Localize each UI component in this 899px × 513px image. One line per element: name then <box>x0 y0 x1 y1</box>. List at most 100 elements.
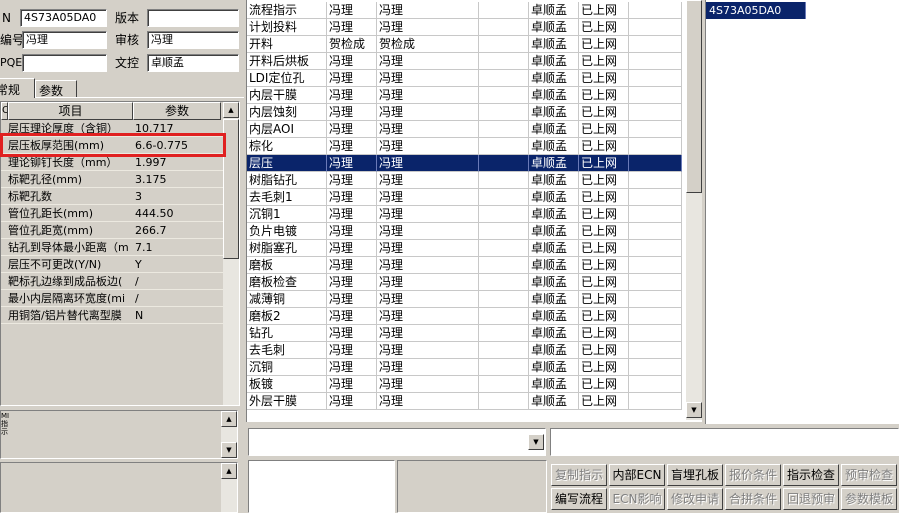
memo-scroll-1[interactable]: ▲ ▼ <box>221 411 237 458</box>
memo1-down-button[interactable]: ▼ <box>221 442 237 458</box>
grid-scroll-thumb[interactable] <box>686 0 702 193</box>
param-row-value[interactable]: Y <box>133 256 221 272</box>
toolbar-button[interactable]: 合拼条件 <box>725 488 781 510</box>
grid-row[interactable]: 负片电镀 冯理 冯理 卓顺孟 已上网 <box>247 223 702 240</box>
version-field[interactable] <box>147 9 239 27</box>
param-row[interactable]: 用铜箔/铝片替代离型膜 N <box>1 307 239 324</box>
grid-cell-maker: 冯理 <box>327 359 377 376</box>
grid-scrollbar[interactable]: ▼ <box>686 0 702 420</box>
param-row[interactable]: 标靶孔径(mm) 3.175 <box>1 171 239 188</box>
toolbar-button[interactable]: 编写流程 <box>551 488 607 510</box>
toolbar-button[interactable]: 参数模板 <box>841 488 897 510</box>
grid-row[interactable]: 沉铜1 冯理 冯理 卓顺孟 已上网 <box>247 206 702 223</box>
param-row-value[interactable]: 3.175 <box>133 171 221 187</box>
col-header-item[interactable]: 项目 <box>8 102 133 120</box>
no-field[interactable]: 4S73A05DA0 <box>20 9 107 27</box>
toolbar-button[interactable]: 内部ECN <box>609 464 665 486</box>
grid-row[interactable]: LDI定位孔 冯理 冯理 卓顺孟 已上网 <box>247 70 702 87</box>
bottom-box-2[interactable] <box>397 460 547 513</box>
review-field[interactable]: 冯理 <box>147 31 239 49</box>
grid-cell-step: 沉铜 <box>247 359 327 376</box>
grid-cell-extra <box>629 291 682 308</box>
grid-row[interactable]: 树脂塞孔 冯理 冯理 卓顺孟 已上网 <box>247 240 702 257</box>
grid-cell-checker: 冯理 <box>377 121 479 138</box>
grid-row[interactable]: 去毛刺 冯理 冯理 卓顺孟 已上网 <box>247 342 702 359</box>
grid-cell-approver: 卓顺孟 <box>529 393 579 410</box>
toolbar-button[interactable]: 复制指示 <box>551 464 607 486</box>
grid-cell-approver: 卓顺孟 <box>529 2 579 19</box>
grid-cell-approver: 卓顺孟 <box>529 291 579 308</box>
grid-cell-extra <box>629 342 682 359</box>
grid-scroll-down-button[interactable]: ▼ <box>686 402 702 418</box>
grid-row[interactable]: 计划投料 冯理 冯理 卓顺孟 已上网 <box>247 19 702 36</box>
editor-field[interactable]: 冯理 <box>22 31 107 49</box>
param-row[interactable]: 管位孔距宽(mm) 266.7 <box>1 222 239 239</box>
grid-row[interactable]: 树脂钻孔 冯理 冯理 卓顺孟 已上网 <box>247 172 702 189</box>
grid-row[interactable]: 流程指示 冯理 冯理 卓顺孟 已上网 <box>247 2 702 19</box>
grid-cell-status: 已上网 <box>579 155 629 172</box>
grid-row[interactable]: 磨板2 冯理 冯理 卓顺孟 已上网 <box>247 308 702 325</box>
param-row-value[interactable]: / <box>133 273 221 289</box>
tab-params[interactable]: 参数 <box>35 80 77 98</box>
combo-left[interactable]: ▼ <box>248 428 546 456</box>
grid-row[interactable]: 棕化 冯理 冯理 卓顺孟 已上网 <box>247 138 702 155</box>
param-row-mark <box>1 171 8 187</box>
grid-cell-step: 开料后烘板 <box>247 53 327 70</box>
grid-cell-approver: 卓顺孟 <box>529 104 579 121</box>
grid-cell-status: 已上网 <box>579 121 629 138</box>
toolbar-button[interactable]: 报价条件 <box>725 464 781 486</box>
memo-scroll-2[interactable]: ▲ <box>221 463 237 512</box>
param-row-value[interactable]: 7.1 <box>133 239 221 255</box>
col-header-mark[interactable]: O <box>1 102 8 120</box>
toolbar-button[interactable]: 盲埋孔板 <box>667 464 723 486</box>
grid-row[interactable]: 磨板检查 冯理 冯理 卓顺孟 已上网 <box>247 274 702 291</box>
col-header-value[interactable]: 参数 <box>133 102 221 120</box>
toolbar-button[interactable]: ECN影响 <box>609 488 665 510</box>
grid-row-selected[interactable]: 层压 冯理 冯理 卓顺孟 已上网 <box>247 155 702 172</box>
grid-row[interactable]: 磨板 冯理 冯理 卓顺孟 已上网 <box>247 257 702 274</box>
combo-left-dropdown-button[interactable]: ▼ <box>528 434 544 450</box>
grid-row[interactable]: 板镀 冯理 冯理 卓顺孟 已上网 <box>247 376 702 393</box>
param-row-value[interactable]: 266.7 <box>133 222 221 238</box>
memo1-up-button[interactable]: ▲ <box>221 411 237 427</box>
grid-row[interactable]: 开料 贺检成 贺检成 卓顺孟 已上网 <box>247 36 702 53</box>
memo-box-1[interactable]: ▲ ▼ <box>0 410 238 459</box>
toolbar-button[interactable]: 指示检查 <box>783 464 839 486</box>
toolbar-button[interactable]: 回退预审 <box>783 488 839 510</box>
grid-cell-approver: 卓顺孟 <box>529 87 579 104</box>
grid-row[interactable]: 去毛刺1 冯理 冯理 卓顺孟 已上网 <box>247 189 702 206</box>
memo2-up-button[interactable]: ▲ <box>221 463 237 479</box>
param-row-value[interactable]: N <box>133 307 221 323</box>
scroll-up-button[interactable]: ▲ <box>223 102 239 118</box>
param-row[interactable]: 靶标孔边缘到成品板边(/ <box>1 273 239 290</box>
param-row-value[interactable]: 3 <box>133 188 221 204</box>
grid-row[interactable]: 沉铜 冯理 冯理 卓顺孟 已上网 <box>247 359 702 376</box>
grid-cell-status: 已上网 <box>579 189 629 206</box>
grid-cell-approver: 卓顺孟 <box>529 138 579 155</box>
param-row[interactable]: 钻孔到导体最小距离（m 7.1 <box>1 239 239 256</box>
bottom-box-1[interactable] <box>248 460 395 513</box>
combo-right[interactable] <box>550 428 899 456</box>
param-row[interactable]: 标靶孔数 3 <box>1 188 239 205</box>
toolbar-button[interactable]: 修改申请 <box>667 488 723 510</box>
toolbar-button[interactable]: 预审检查 <box>841 464 897 486</box>
param-row-value[interactable]: / <box>133 290 221 306</box>
right-list-item[interactable]: 4S73A05DA0 <box>706 2 806 19</box>
grid-row[interactable]: 内层蚀刻 冯理 冯理 卓顺孟 已上网 <box>247 104 702 121</box>
grid-row[interactable]: 钻孔 冯理 冯理 卓顺孟 已上网 <box>247 325 702 342</box>
param-row[interactable]: 管位孔距长(mm) 444.50 <box>1 205 239 222</box>
memo-box-2[interactable]: ▲ <box>0 462 238 513</box>
grid-row[interactable]: 减薄铜 冯理 冯理 卓顺孟 已上网 <box>247 291 702 308</box>
grid-row[interactable]: 外层干膜 冯理 冯理 卓顺孟 已上网 <box>247 393 702 410</box>
param-row-value[interactable]: 444.50 <box>133 205 221 221</box>
grid-row[interactable]: 内层AOI 冯理 冯理 卓顺孟 已上网 <box>247 121 702 138</box>
tab-general[interactable]: 常规 <box>0 78 35 98</box>
grid-row[interactable]: 内层干膜 冯理 冯理 卓顺孟 已上网 <box>247 87 702 104</box>
doc-control-field[interactable]: 卓顺孟 <box>147 54 239 72</box>
param-row[interactable]: 层压不可更改(Y/N) Y <box>1 256 239 273</box>
param-row[interactable]: 最小内层隔离环宽度(mi / <box>1 290 239 307</box>
pqe-field[interactable] <box>22 54 107 72</box>
doc-control-label: 文控 <box>115 56 140 70</box>
side-vertical-tab[interactable]: MI指示 <box>1 412 10 512</box>
grid-row[interactable]: 开料后烘板 冯理 冯理 卓顺孟 已上网 <box>247 53 702 70</box>
